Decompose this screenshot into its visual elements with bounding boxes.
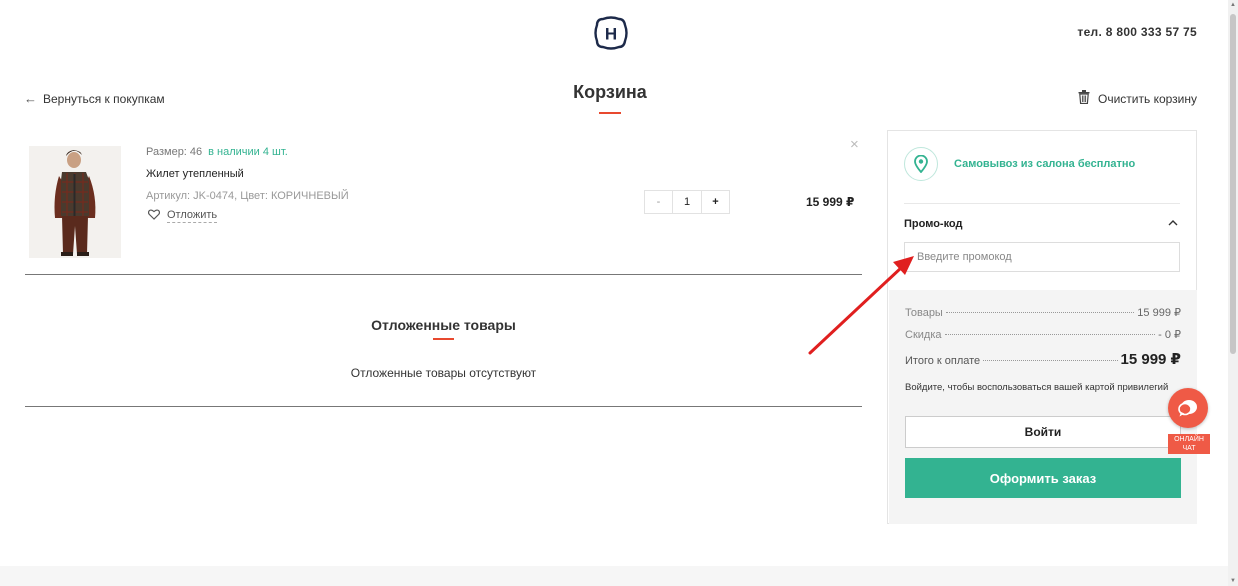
order-totals: Товары 15 999 ₽ Скидка - 0 ₽ Итого к опл… [889, 290, 1197, 524]
promo-code-input[interactable] [904, 242, 1180, 272]
logo-letter: H [605, 25, 617, 44]
login-hint: Войдите, чтобы воспользоваться вашей кар… [905, 382, 1169, 393]
page-title: Корзина [573, 82, 647, 102]
brand-logo[interactable]: H [594, 16, 628, 50]
postponed-empty-message: Отложенные товары отсутствуют [350, 366, 537, 380]
dotted-leader [945, 312, 1135, 313]
qty-increase-button[interactable]: + [701, 191, 729, 213]
place-order-button[interactable]: Оформить заказ [905, 458, 1181, 498]
postponed-title: Отложенные товары [371, 317, 516, 333]
goods-label: Товары [905, 307, 943, 319]
cart-divider [25, 274, 862, 275]
dotted-leader [944, 334, 1156, 335]
footer-strip [0, 566, 1228, 586]
dotted-leader [983, 360, 1118, 361]
product-size: Размер: 46 [146, 146, 203, 158]
order-summary-panel: Самовывоз из салона бесплатно Промо-код … [887, 130, 1197, 524]
discount-value: - 0 ₽ [1158, 329, 1181, 341]
product-article: Артикул: JK-0474, Цвет: КОРИЧНЕВЫЙ [146, 190, 349, 202]
discount-label: Скидка [905, 329, 942, 341]
chevron-up-icon[interactable] [1168, 217, 1178, 229]
postponed-divider [25, 406, 862, 407]
chat-label: ОНЛАЙН ЧАТ [1168, 434, 1210, 454]
page: H тел. 8 800 333 57 75 ← Вернуться к пок… [0, 0, 1228, 586]
heart-icon [147, 209, 161, 223]
promo-code-label[interactable]: Промо-код [904, 218, 963, 230]
total-label: Итого к оплате [905, 355, 981, 367]
clear-cart-button[interactable]: Очистить корзину [1078, 90, 1197, 107]
back-to-shopping-link[interactable]: ← Вернуться к покупкам [24, 91, 165, 106]
scrollbar-thumb[interactable] [1230, 14, 1236, 354]
goods-value: 15 999 ₽ [1137, 307, 1181, 319]
clear-cart-label: Очистить корзину [1098, 91, 1197, 106]
scroll-down-icon[interactable]: ▼ [1229, 578, 1237, 584]
total-row: Итого к оплате 15 999 ₽ [905, 350, 1181, 368]
qty-decrease-button[interactable]: - [645, 191, 673, 213]
qty-value[interactable]: 1 [673, 191, 701, 213]
discount-row: Скидка - 0 ₽ [905, 328, 1181, 341]
product-name[interactable]: Жилет утепленный [146, 168, 244, 180]
pickup-text: Самовывоз из салона бесплатно [954, 158, 1136, 170]
stock-status: в наличии 4 шт. [208, 146, 288, 158]
product-size-stock: Размер: 46 в наличии 4 шт. [146, 146, 288, 158]
panel-divider [904, 203, 1180, 204]
online-chat-widget[interactable]: ОНЛАЙН ЧАТ [1168, 388, 1210, 458]
phone-number[interactable]: тел. 8 800 333 57 75 [1077, 25, 1197, 39]
postpone-label: Отложить [167, 209, 218, 223]
goods-row: Товары 15 999 ₽ [905, 306, 1181, 319]
page-scrollbar[interactable]: ▲ ▼ [1228, 0, 1238, 586]
total-value: 15 999 ₽ [1120, 351, 1181, 368]
postpone-button[interactable]: Отложить [147, 209, 218, 223]
login-button[interactable]: Войти [905, 416, 1181, 448]
product-image[interactable] [29, 146, 121, 258]
item-price: 15 999 ₽ [806, 195, 855, 209]
trash-icon [1078, 90, 1090, 107]
scroll-up-icon[interactable]: ▲ [1229, 2, 1237, 8]
arrow-left-icon: ← [24, 91, 37, 106]
chat-label-line2: ЧАТ [1182, 445, 1196, 452]
title-underline [599, 112, 621, 114]
pickup-info: Самовывоз из салона бесплатно [904, 147, 1135, 181]
chat-bubble-icon [1168, 388, 1208, 428]
chat-label-line1: ОНЛАЙН [1174, 436, 1204, 443]
postponed-title-underline [433, 338, 454, 340]
back-label: Вернуться к покупкам [43, 91, 165, 106]
quantity-stepper: - 1 + [644, 190, 730, 214]
location-pin-icon [904, 147, 938, 181]
remove-item-icon[interactable]: × [850, 136, 859, 153]
